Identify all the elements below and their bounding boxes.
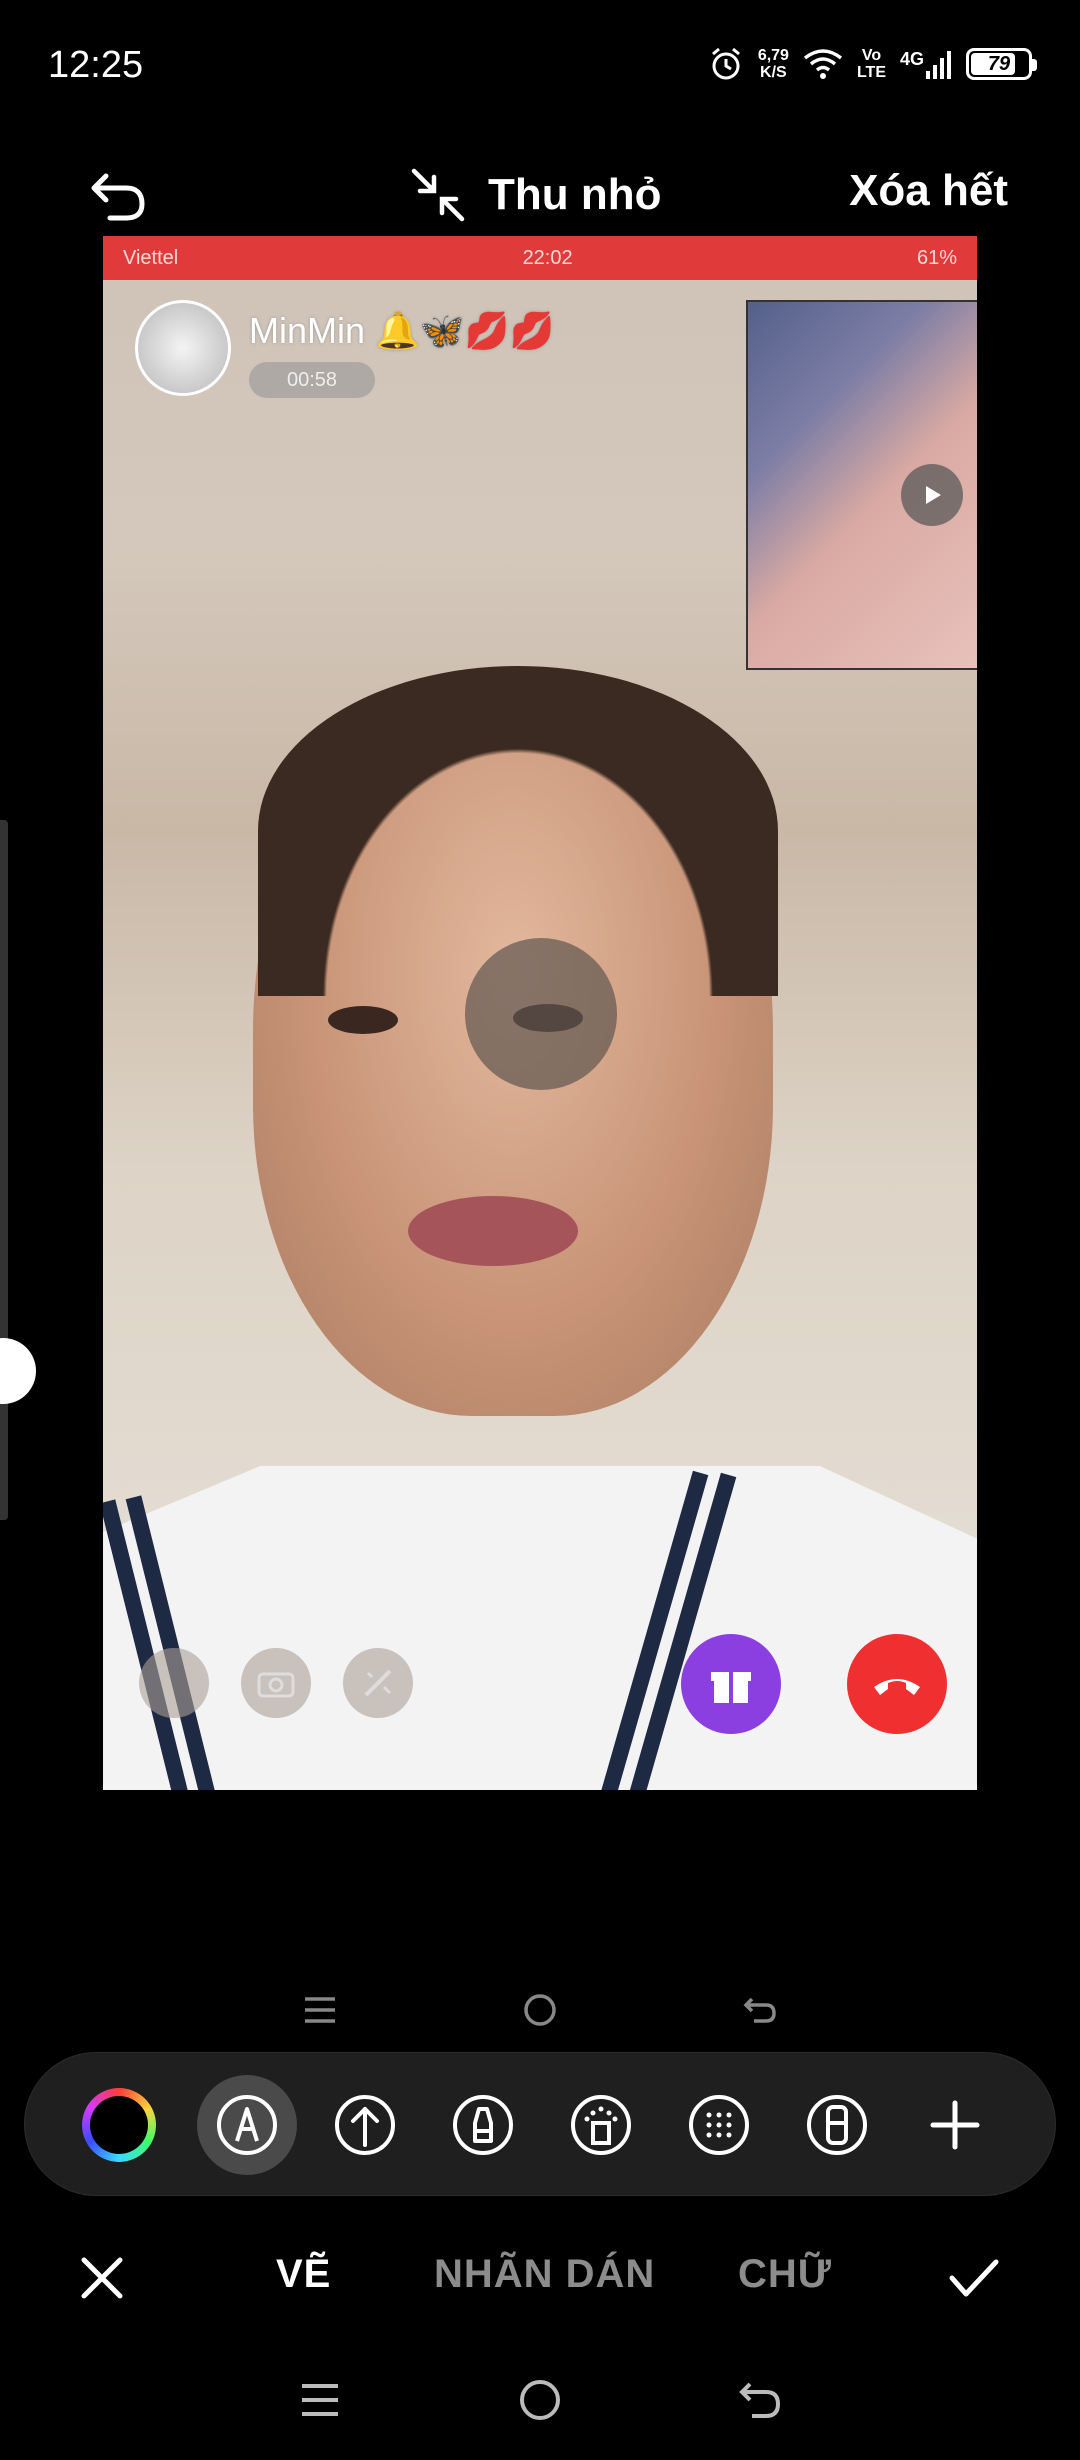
shrink-button[interactable]: Thu nhỏ (408, 160, 662, 230)
captured-time: 22:02 (522, 246, 573, 269)
caller-avatar (135, 300, 231, 396)
video-person-shirt (103, 1466, 977, 1790)
recent-apps-button[interactable] (210, 2382, 430, 2418)
status-icons: 6,79 K/S Vo LTE 4G 79 (708, 40, 1037, 88)
eraser-tool-button[interactable] (787, 2075, 887, 2175)
spray-icon (571, 2095, 631, 2155)
network-speed-unit: K/S (760, 64, 787, 81)
marker-tool-button[interactable] (433, 2075, 533, 2175)
confirm-button[interactable] (948, 2256, 1000, 2305)
volte-bottom: LTE (856, 64, 886, 81)
arrow-icon (335, 2095, 395, 2155)
captured-hangup-icon (847, 1634, 947, 1734)
shrink-icon (411, 168, 465, 222)
mosaic-tool-button[interactable] (669, 2075, 769, 2175)
color-wheel-icon (82, 2088, 156, 2162)
volte-top: Vo (861, 47, 882, 64)
back-icon (650, 1995, 870, 2025)
menu-icon (302, 2384, 338, 2416)
battery-level: 79 (987, 52, 1011, 75)
captured-carrier: Viettel (123, 246, 179, 269)
signal-icon (926, 51, 951, 79)
eraser-icon (807, 2095, 867, 2155)
drawing-toolbar (24, 2052, 1056, 2196)
touch-indicator (465, 938, 617, 1090)
home-icon (520, 2380, 560, 2420)
menu-icon (210, 1995, 430, 2025)
home-icon (430, 1992, 650, 2028)
play-icon (901, 464, 963, 526)
mode-bar: VẼ NHÃN DÁN CHỮ (0, 2232, 1080, 2322)
cell-signal: 4G (900, 49, 952, 79)
alarm-icon (711, 47, 740, 80)
color-picker-button[interactable] (69, 2075, 169, 2175)
undo-icon (91, 173, 145, 221)
brush-size-thumb[interactable] (0, 1338, 36, 1404)
tab-text[interactable]: CHỮ (738, 2252, 832, 2297)
arrow-tool-button[interactable] (315, 2075, 415, 2175)
check-icon (949, 2259, 999, 2297)
captured-camera-icon (241, 1648, 311, 1718)
spray-tool-button[interactable] (551, 2075, 651, 2175)
pen-tool-button[interactable] (197, 2075, 297, 2175)
video-person-eye-left (328, 1006, 398, 1034)
home-button[interactable] (430, 2378, 650, 2422)
system-nav-bar (0, 2360, 1080, 2440)
caller-name: MinMin 🔔🦋💋💋 (249, 310, 555, 351)
video-person-mouth (408, 1196, 578, 1266)
status-time: 12:25 (48, 44, 144, 86)
tab-draw[interactable]: VẼ (276, 2252, 331, 2297)
call-timer: 00:58 (249, 362, 375, 398)
volte-indicator: Vo LTE (857, 47, 886, 81)
network-speed-value: 6,79 (757, 47, 789, 64)
network-speed: 6,79 K/S (758, 47, 789, 81)
status-bar: 12:25 6,79 K/S Vo LTE 4G 79 (0, 0, 1080, 130)
close-icon (81, 2257, 123, 2299)
brush-size-slider[interactable] (0, 820, 8, 1520)
pen-icon (217, 2095, 277, 2155)
mosaic-icon (689, 2095, 749, 2155)
battery-icon: 79 (966, 48, 1037, 80)
clear-all-button[interactable]: Xóa hết (849, 166, 1008, 216)
captured-battery: 61% (916, 246, 957, 269)
marker-icon (453, 2095, 513, 2155)
back-icon (739, 2382, 781, 2418)
captured-gift-icon (681, 1634, 781, 1734)
pip-video (746, 300, 977, 670)
preview-nav-bar (0, 1980, 1080, 2040)
back-button[interactable] (650, 2380, 870, 2420)
captured-effects-icon (343, 1648, 413, 1718)
undo-button[interactable] (86, 162, 152, 228)
captured-status-bar: Viettel 22:02 61% (103, 236, 977, 280)
add-tool-button[interactable] (905, 2075, 1005, 2175)
screenshot-canvas[interactable]: Viettel 22:02 61% MinMin 🔔🦋💋💋 00:58 (103, 236, 977, 1790)
tab-sticker[interactable]: NHÃN DÁN (434, 2252, 655, 2297)
shrink-label: Thu nhỏ (488, 170, 662, 219)
wifi-icon (803, 49, 843, 79)
edit-top-bar: Thu nhỏ Xóa hết (0, 150, 1080, 240)
captured-flip-icon (139, 1648, 209, 1718)
caller-info: MinMin 🔔🦋💋💋 00:58 (135, 300, 554, 398)
cancel-button[interactable] (80, 2256, 124, 2305)
plus-icon (930, 2100, 980, 2150)
network-type: 4G (899, 49, 924, 69)
